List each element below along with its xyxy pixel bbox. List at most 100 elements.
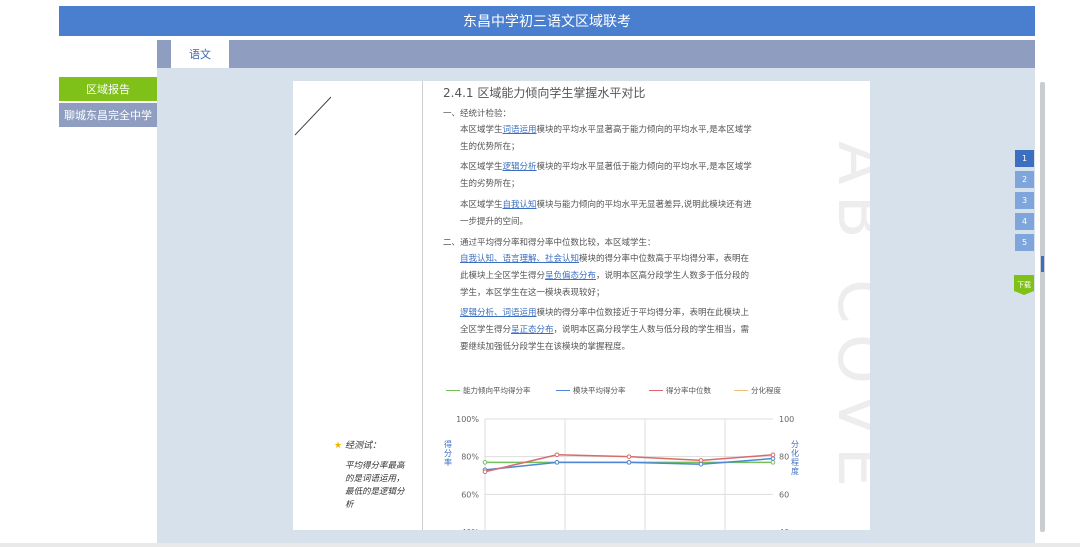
link-logic-analysis[interactable]: 逻辑分析 — [503, 162, 537, 172]
series-point-3 — [626, 454, 632, 459]
text: 模块与能力倾向的平均水平无显著差异,说明此模块还有进 — [536, 200, 752, 210]
main-content: AB COVE 2.4.1 区域能力倾向学生掌握水平对比 一、经统计检验： 本区… — [157, 68, 1035, 543]
page-button-2[interactable]: 2 — [1015, 171, 1034, 188]
text: 一步提升的空间。 — [460, 217, 529, 227]
link-word-usage[interactable]: 词语运用 — [503, 125, 537, 135]
sidebar: 区域报告 聊城东昌完全中学 — [59, 40, 157, 520]
paragraph-1b: 本区域学生逻辑分析模块的平均水平显著低于能力倾向的平均水平,是本区域学 生的劣势… — [460, 159, 805, 193]
legend-label: 得分率中位数 — [666, 386, 711, 395]
score-rate-line-chart: 100%10080%8060%6040%40得分率分化程度 — [444, 415, 799, 530]
test-note-body: 平均得分率最高的是词语运用，最低的是逻辑分析 — [345, 461, 405, 510]
page-number: 5 — [1021, 238, 1028, 247]
link-modules-group-2[interactable]: 逻辑分析、词语运用 — [460, 308, 537, 318]
page-button-5[interactable]: 5 — [1015, 234, 1034, 251]
legend-label: 能力倾向平均得分率 — [463, 386, 531, 395]
decorative-diagonal — [294, 96, 332, 136]
y-tick-label-right: 40 — [779, 528, 789, 530]
legend-swatch — [649, 390, 663, 391]
y-axis-label-left-char: 得 — [444, 439, 452, 449]
app-window: 东昌中学初三语文区域联考 语文 区域报告 聊城东昌完全中学 AB COVE 2.… — [0, 0, 1080, 547]
link-normal-distribution[interactable]: 呈正态分布 — [511, 325, 554, 335]
y-tick-label-right: 60 — [779, 490, 789, 499]
page-title: 东昌中学初三语文区域联考 — [463, 14, 631, 30]
paragraph-1a: 本区域学生词语运用模块的平均水平显著高于能力倾向的平均水平,是本区域学 生的优势… — [460, 122, 805, 156]
y-tick-label-left: 100% — [456, 415, 479, 424]
page-number: 1 — [1021, 154, 1028, 163]
legend-swatch — [556, 390, 570, 391]
horizontal-scrollbar[interactable] — [0, 543, 1080, 547]
chart-legend: 能力倾向平均得分率 模块平均得分率 得分率中位数 分化程度 — [446, 385, 806, 399]
tab-chinese[interactable]: 语文 — [171, 40, 229, 68]
text: 本区域学生 — [460, 200, 503, 210]
page-divider — [422, 81, 423, 530]
y-tick-label-left: 40% — [461, 528, 479, 530]
y-axis-label-right-char: 度 — [791, 466, 799, 476]
legend-label: 分化程度 — [751, 386, 781, 395]
legend-label: 模块平均得分率 — [573, 386, 626, 395]
series-point-1 — [770, 460, 776, 465]
report-page: AB COVE 2.4.1 区域能力倾向学生掌握水平对比 一、经统计检验： 本区… — [293, 81, 870, 530]
text: 本区域学生 — [460, 125, 503, 135]
y-axis-label-right-char: 程 — [791, 458, 799, 467]
star-icon: ★ — [334, 441, 343, 451]
y-tick-label-left: 80% — [461, 453, 479, 462]
page-button-1[interactable]: 1 — [1015, 150, 1034, 167]
text: 要继续加强低分段学生在该模块的掌握程度。 — [460, 342, 631, 352]
series-point-2 — [698, 461, 704, 467]
text: ，说明本区高分段学生人数多于低分段的 — [596, 271, 750, 281]
legend-item[interactable]: 模块平均得分率 — [556, 385, 626, 396]
tab-label: 语文 — [189, 48, 211, 61]
legend-item[interactable]: 分化程度 — [734, 385, 781, 396]
test-note-title: ★ 经测试： — [334, 438, 381, 451]
page-title-bar: 东昌中学初三语文区域联考 — [59, 6, 1035, 36]
sidebar-item-regional-report[interactable]: 区域报告 — [59, 77, 157, 101]
y-tick-label-right: 80 — [779, 453, 789, 462]
subject-tab-bar: 语文 — [157, 40, 1035, 68]
vertical-scrollbar[interactable] — [1040, 82, 1045, 532]
series-point-3 — [554, 452, 560, 458]
legend-item[interactable]: 得分率中位数 — [649, 385, 711, 396]
scrollbar-thumb[interactable] — [1041, 256, 1044, 272]
paragraph-2b: 逻辑分析、词语运用模块的得分率中位数接近于平均得分率，表明在此模块上 全区学生得… — [460, 305, 810, 356]
y-axis-label-left-char: 分 — [444, 449, 452, 458]
legend-swatch — [446, 390, 460, 391]
page-number: 2 — [1021, 175, 1028, 184]
watermark: AB COVE — [823, 141, 870, 498]
text: 模块的得分率中位数高于平均得分率，表明在 — [579, 254, 750, 264]
paragraph-2a: 自我认知、语言理解、社会认知模块的得分率中位数高于平均得分率，表明在 此模块上全… — [460, 251, 810, 302]
paragraph-heading-2: 二、通过平均得分率和得分率中位数比较，本区域学生： — [443, 238, 656, 248]
text: 生的优势所在； — [460, 142, 520, 152]
series-point-3 — [770, 452, 776, 458]
text: 模块的平均水平显著高于能力倾向的平均水平,是本区域学 — [536, 125, 752, 135]
series-point-2 — [626, 460, 632, 465]
series-point-1 — [482, 460, 488, 465]
text: 模块的平均水平显著低于能力倾向的平均水平,是本区域学 — [536, 162, 752, 172]
page-button-4[interactable]: 4 — [1015, 213, 1034, 230]
y-axis-label-right-char: 分 — [791, 440, 799, 449]
text: 本区域学生 — [460, 162, 503, 172]
legend-swatch — [734, 390, 748, 391]
series-point-3 — [482, 469, 488, 475]
text: 此模块上全区学生得分 — [460, 271, 546, 281]
paragraph-heading-1: 一、经统计检验： — [443, 109, 512, 119]
text: 学生，本区学生在这一模块表现较好； — [460, 288, 605, 298]
link-modules-group-1[interactable]: 自我认知、语言理解、社会认知 — [460, 254, 579, 264]
link-self-awareness[interactable]: 自我认知 — [503, 200, 537, 210]
page-button-3[interactable]: 3 — [1015, 192, 1034, 209]
sidebar-item-school[interactable]: 聊城东昌完全中学 — [59, 103, 157, 127]
page-number: 3 — [1021, 196, 1028, 205]
download-button[interactable]: 下载 — [1014, 275, 1034, 295]
sidebar-item-label: 区域报告 — [86, 83, 130, 96]
link-negative-skew[interactable]: 呈负偏态分布 — [545, 271, 596, 281]
y-axis-label-left-char: 率 — [444, 457, 452, 467]
y-axis-label-right-char: 化 — [791, 448, 799, 458]
text: ，说明本区高分段学生人数与低分段的学生相当，需 — [553, 325, 750, 335]
page-number: 4 — [1021, 217, 1028, 226]
note-title: 经测试： — [344, 441, 381, 451]
paragraph-1c: 本区域学生自我认知模块与能力倾向的平均水平无显著差异,说明此模块还有进 一步提升… — [460, 197, 805, 231]
series-point-2 — [770, 456, 776, 461]
series-point-2 — [554, 460, 560, 465]
section-title: 2.4.1 区域能力倾向学生掌握水平对比 — [443, 86, 646, 100]
legend-item[interactable]: 能力倾向平均得分率 — [446, 385, 531, 396]
series-point-3 — [698, 458, 704, 463]
